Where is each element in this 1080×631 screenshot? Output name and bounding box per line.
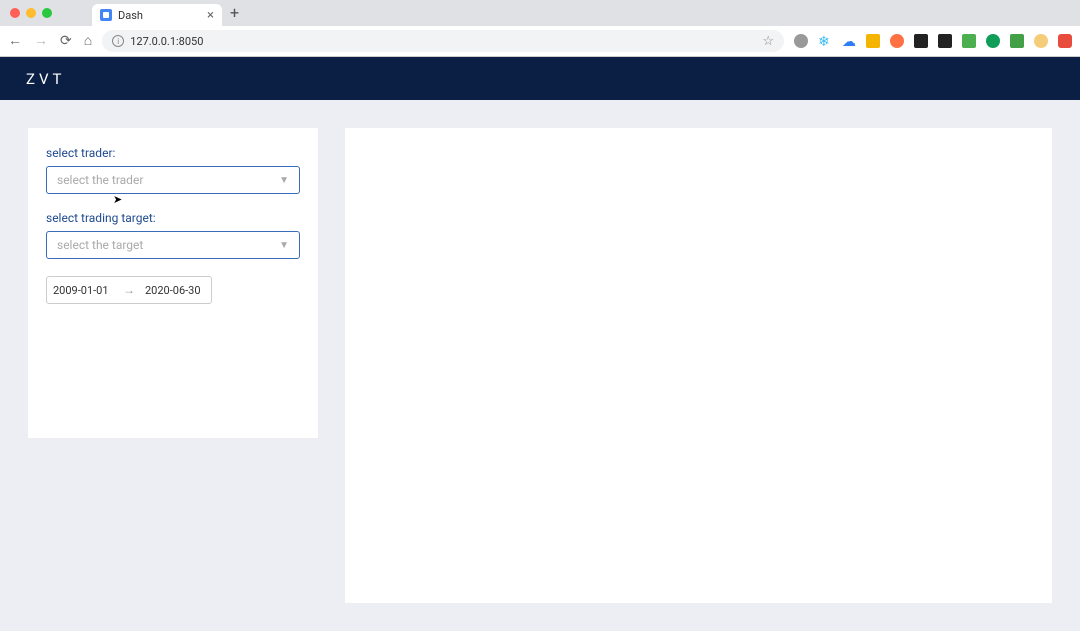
brand-title: ZVT (26, 70, 66, 88)
extension-icon[interactable] (986, 34, 1000, 48)
target-placeholder: select the target (57, 238, 143, 252)
maximize-window-button[interactable] (42, 8, 52, 18)
url-text: 127.0.0.1:8050 (130, 35, 203, 48)
chevron-down-icon: ▼ (279, 175, 289, 186)
tab-bar: Dash × + (0, 0, 1080, 26)
bookmark-star-icon[interactable]: ☆ (762, 34, 774, 49)
extension-icon[interactable]: ❄ (818, 34, 832, 48)
back-icon[interactable]: ← (8, 34, 22, 48)
extension-icon[interactable] (890, 34, 904, 48)
extension-icon[interactable] (1010, 34, 1024, 48)
main-content: select trader: select the trader ▼ selec… (0, 100, 1080, 631)
extension-icon[interactable] (794, 34, 808, 48)
target-label: select trading target: (46, 211, 300, 225)
browser-chrome: Dash × + ← → ⟳ ⌂ i 127.0.0.1:8050 ☆ ❄ ☁ (0, 0, 1080, 57)
date-range-picker[interactable]: → (46, 276, 212, 304)
tab-favicon (100, 9, 112, 21)
extension-icon[interactable] (866, 34, 880, 48)
sidebar-panel: select trader: select the trader ▼ selec… (28, 128, 318, 438)
date-start-input[interactable] (47, 277, 119, 303)
window-controls (10, 8, 52, 18)
forward-icon[interactable]: → (34, 34, 48, 48)
extension-icon[interactable] (914, 34, 928, 48)
extension-icon[interactable] (938, 34, 952, 48)
nav-controls: ← → ⟳ ⌂ (8, 34, 92, 48)
trader-placeholder: select the trader (57, 173, 143, 187)
extension-icon[interactable] (962, 34, 976, 48)
extension-icon[interactable] (1034, 34, 1048, 48)
trader-label: select trader: (46, 146, 300, 160)
date-end-input[interactable] (139, 277, 211, 303)
arrow-right-icon: → (119, 283, 139, 297)
trader-select[interactable]: select the trader ▼ (46, 166, 300, 194)
browser-tab[interactable]: Dash × (92, 4, 222, 26)
extension-icon[interactable] (1058, 34, 1072, 48)
close-window-button[interactable] (10, 8, 20, 18)
url-input[interactable]: i 127.0.0.1:8050 ☆ (102, 30, 784, 52)
site-info-icon[interactable]: i (112, 35, 124, 47)
chevron-down-icon: ▼ (279, 240, 289, 251)
main-panel (345, 128, 1052, 603)
home-icon[interactable]: ⌂ (84, 34, 92, 48)
tab-title: Dash (118, 9, 201, 22)
target-select[interactable]: select the target ▼ (46, 231, 300, 259)
reload-icon[interactable]: ⟳ (60, 34, 72, 48)
close-tab-icon[interactable]: × (207, 9, 214, 22)
cursor-icon: ➤ (113, 193, 122, 206)
minimize-window-button[interactable] (26, 8, 36, 18)
app-header: ZVT (0, 57, 1080, 100)
address-bar: ← → ⟳ ⌂ i 127.0.0.1:8050 ☆ ❄ ☁ (0, 26, 1080, 56)
extension-icon[interactable]: ☁ (842, 34, 856, 48)
new-tab-button[interactable]: + (230, 5, 239, 21)
extension-icons: ❄ ☁ (794, 34, 1072, 48)
